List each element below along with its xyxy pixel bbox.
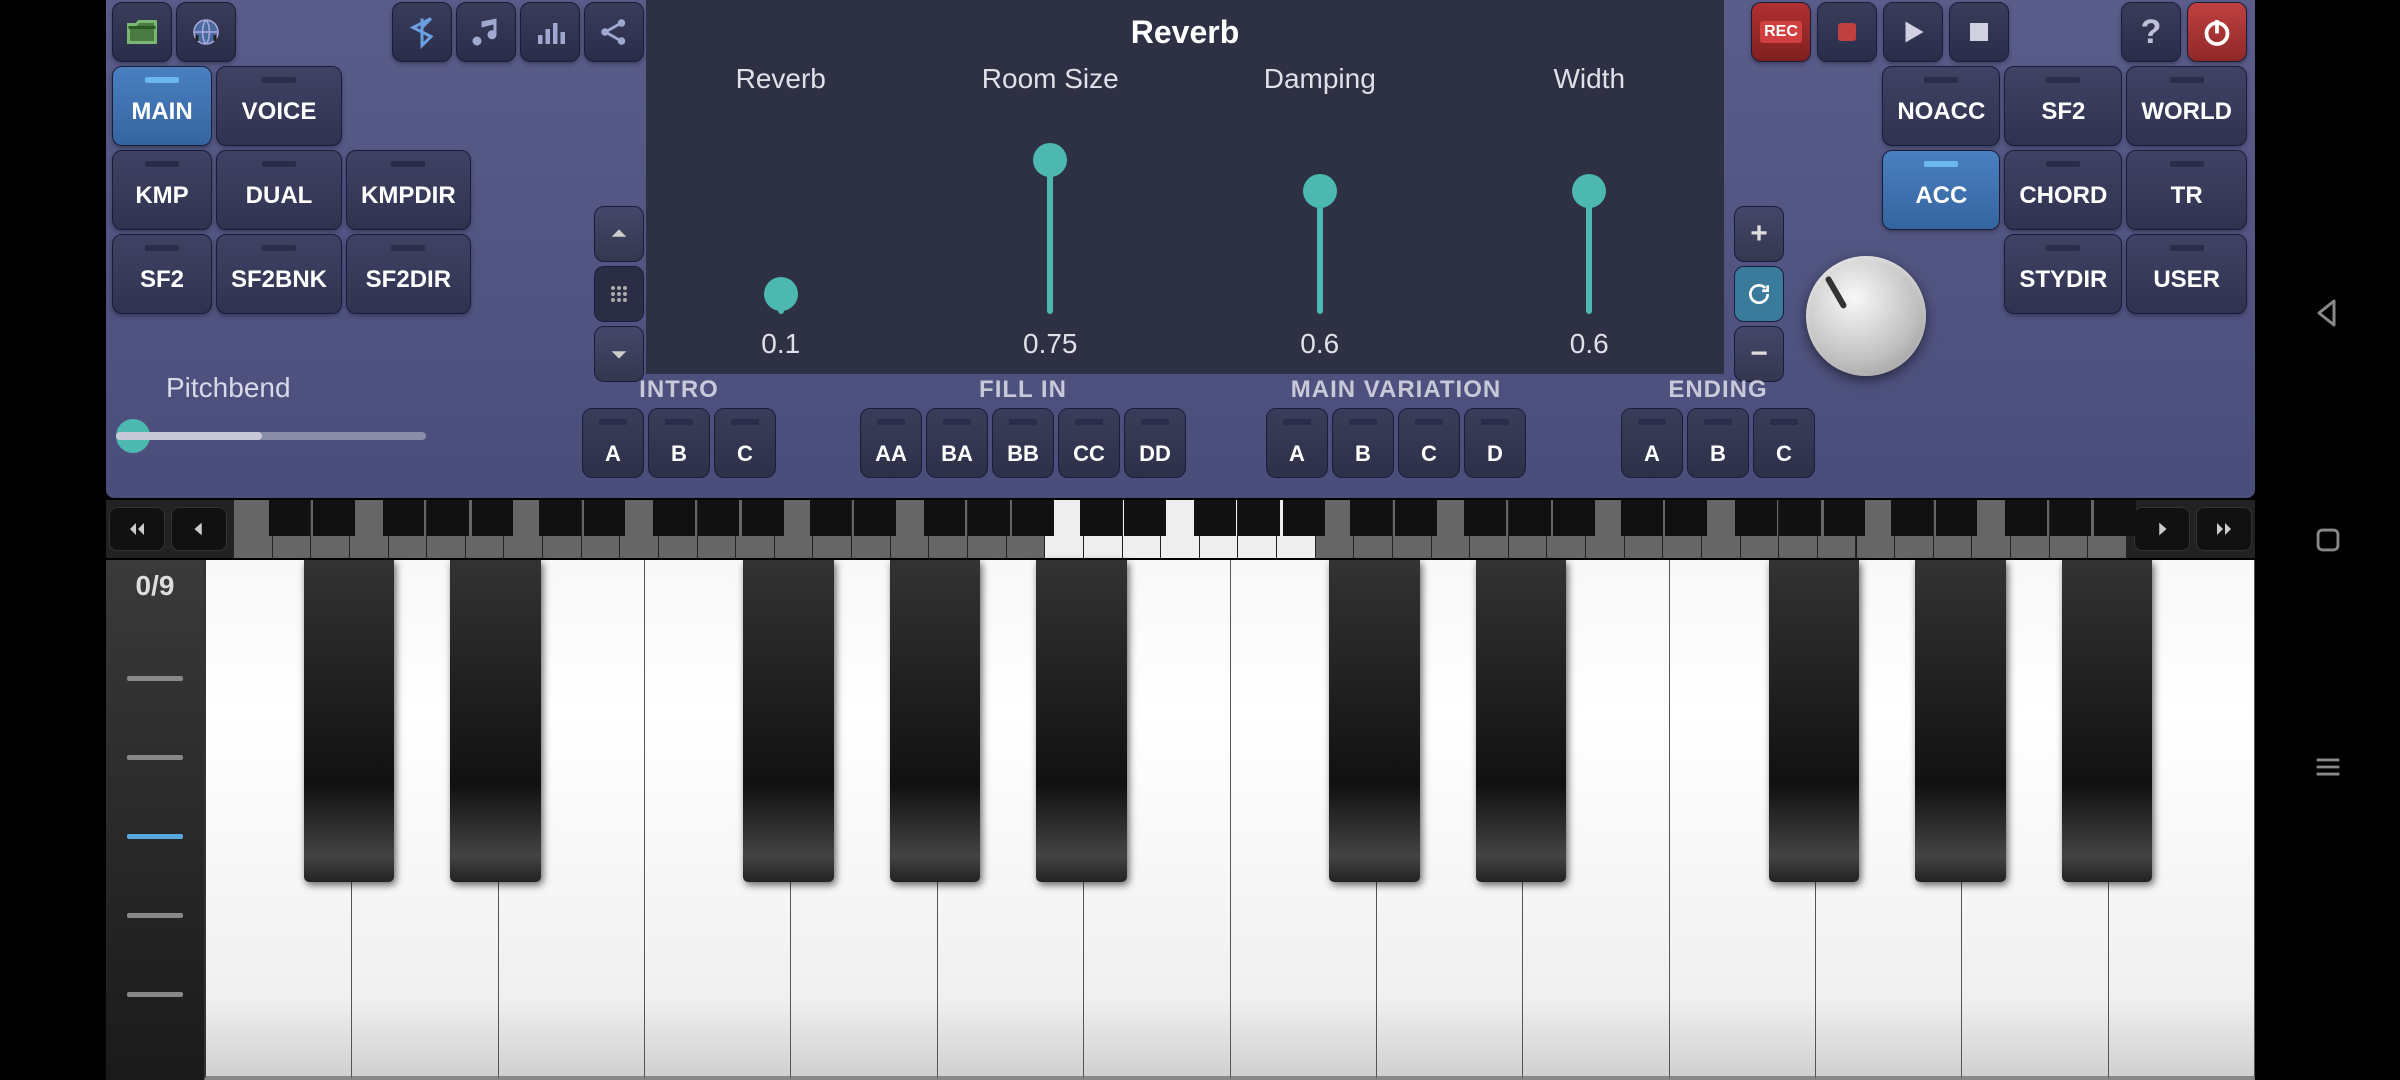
tab-world[interactable]: WORLD — [2126, 66, 2247, 146]
scroll-up-button[interactable] — [594, 206, 644, 262]
pitchbend-label: Pitchbend — [116, 366, 436, 410]
volume-tick — [127, 755, 183, 760]
tab-dual[interactable]: DUAL — [216, 150, 342, 230]
rotary-knob[interactable] — [1806, 256, 1926, 376]
ending-c[interactable]: C — [1753, 408, 1815, 478]
tab-tr[interactable]: TR — [2126, 150, 2247, 230]
mainvar-c[interactable]: C — [1398, 408, 1460, 478]
tab-sf2[interactable]: SF2 — [2004, 66, 2122, 146]
keyboard-overview — [106, 500, 2255, 558]
black-key[interactable] — [743, 560, 834, 882]
fillin-title: FILL IN — [979, 376, 1067, 404]
tab-voice[interactable]: VOICE — [216, 66, 342, 146]
black-key[interactable] — [1915, 560, 2006, 882]
tab-kmpdir[interactable]: KMPDIR — [346, 150, 471, 230]
bluetooth-icon[interactable] — [392, 2, 452, 62]
black-key[interactable] — [450, 560, 541, 882]
tab-stydir[interactable]: STYDIR — [2004, 234, 2122, 314]
pitchbend-control: Pitchbend — [116, 366, 436, 440]
intro-c[interactable]: C — [714, 408, 776, 478]
black-key[interactable] — [304, 560, 395, 882]
piano-keys[interactable] — [204, 560, 2255, 1080]
slider-room-size[interactable]: Room Size0.75 — [916, 53, 1186, 374]
mainvar-section: MAIN VARIATION ABCD — [1266, 376, 1526, 478]
intro-title: INTRO — [639, 376, 719, 404]
tab-sf2[interactable]: SF2 — [112, 234, 212, 314]
pitchbend-slider[interactable] — [116, 432, 426, 440]
ending-title: ENDING — [1668, 376, 1767, 404]
fillin-aa[interactable]: AA — [860, 408, 922, 478]
power-button[interactable] — [2187, 2, 2247, 62]
slider-width[interactable]: Width0.6 — [1455, 53, 1725, 374]
keyboard-area: 0/9 — [106, 560, 2255, 1080]
stop-button[interactable] — [1949, 2, 2009, 62]
volume-tick — [127, 834, 183, 839]
right-tab-group: NOACCSF2WORLD ACCCHORDTRSTYDIRUSER — [1882, 66, 2247, 314]
intro-section: INTRO ABC — [582, 376, 776, 478]
octave-jump-right-button[interactable] — [2196, 507, 2252, 551]
play-button[interactable] — [1883, 2, 1943, 62]
mainvar-d[interactable]: D — [1464, 408, 1526, 478]
left-tab-group: MAINVOICEKMPDUALKMPDIR SF2SF2BNKSF2DIR — [112, 66, 471, 314]
minus-button[interactable]: − — [1734, 326, 1784, 382]
fillin-bb[interactable]: BB — [992, 408, 1054, 478]
plus-button[interactable]: + — [1734, 206, 1784, 262]
mainvar-title: MAIN VARIATION — [1291, 376, 1501, 404]
tab-acc[interactable]: ACC — [1882, 150, 2000, 230]
volume-strip[interactable]: 0/9 — [106, 560, 204, 1080]
tab-user[interactable]: USER — [2126, 234, 2247, 314]
share-icon[interactable] — [584, 2, 644, 62]
record-button[interactable]: REC — [1751, 2, 1811, 62]
volume-tick — [127, 992, 183, 997]
tab-kmp[interactable]: KMP — [112, 150, 212, 230]
black-key[interactable] — [2062, 560, 2153, 882]
top-panel: REC ? MAINVOICEKMPDUALKMPDIRSF2SF2BNKSF2… — [106, 0, 2255, 498]
globe-headphones-icon[interactable] — [176, 2, 236, 62]
volume-tick — [127, 913, 183, 918]
octave-jump-left-button[interactable] — [109, 507, 165, 551]
black-key[interactable] — [1036, 560, 1127, 882]
volume-counter: 0/9 — [136, 570, 175, 602]
reverb-title: Reverb — [646, 0, 1724, 53]
reverb-panel: Reverb Reverb0.1Room Size0.75Damping0.6W… — [646, 0, 1724, 374]
ending-a[interactable]: A — [1621, 408, 1683, 478]
fillin-ba[interactable]: BA — [926, 408, 988, 478]
black-key[interactable] — [1476, 560, 1567, 882]
overview-keys[interactable] — [234, 500, 2127, 558]
tab-sf2dir[interactable]: SF2DIR — [346, 234, 471, 314]
tab-noacc[interactable]: NOACC — [1882, 66, 2000, 146]
black-key[interactable] — [1329, 560, 1420, 882]
stop-record-button[interactable] — [1817, 2, 1877, 62]
equalizer-icon[interactable] — [520, 2, 580, 62]
tab-sf2bnk[interactable]: SF2BNK — [216, 234, 342, 314]
tab-main[interactable]: MAIN — [112, 66, 212, 146]
refresh-button[interactable] — [1734, 266, 1784, 322]
nav-back-icon[interactable] — [2308, 293, 2348, 333]
android-nav-bar — [2255, 0, 2400, 1080]
slider-damping[interactable]: Damping0.6 — [1185, 53, 1455, 374]
grid-menu-button[interactable] — [594, 266, 644, 322]
slider-reverb[interactable]: Reverb0.1 — [646, 53, 916, 374]
ending-b[interactable]: B — [1687, 408, 1749, 478]
intro-b[interactable]: B — [648, 408, 710, 478]
intro-a[interactable]: A — [582, 408, 644, 478]
scroll-down-button[interactable] — [594, 326, 644, 382]
nav-home-icon[interactable] — [2308, 520, 2348, 560]
tab-chord[interactable]: CHORD — [2004, 150, 2122, 230]
black-key[interactable] — [890, 560, 981, 882]
black-key[interactable] — [1769, 560, 1860, 882]
folder-open-icon[interactable] — [112, 2, 172, 62]
volume-tick — [127, 676, 183, 681]
fillin-cc[interactable]: CC — [1058, 408, 1120, 478]
octave-right-button[interactable] — [2134, 507, 2190, 551]
nav-recent-icon[interactable] — [2308, 747, 2348, 787]
fillin-dd[interactable]: DD — [1124, 408, 1186, 478]
mainvar-a[interactable]: A — [1266, 408, 1328, 478]
ending-section: ENDING ABC — [1621, 376, 1815, 478]
octave-left-button[interactable] — [171, 507, 227, 551]
fillin-section: FILL IN AABABBCCDD — [860, 376, 1186, 478]
mainvar-b[interactable]: B — [1332, 408, 1394, 478]
music-note-icon[interactable] — [456, 2, 516, 62]
help-button[interactable]: ? — [2121, 2, 2181, 62]
